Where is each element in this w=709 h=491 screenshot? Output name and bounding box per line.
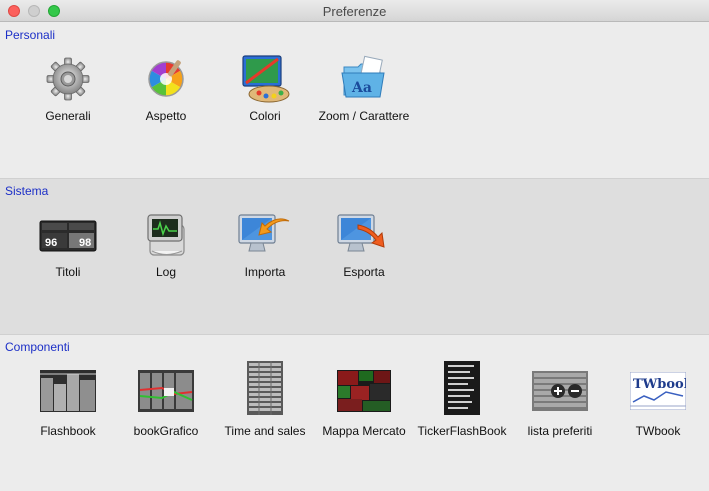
pref-zoom-carattere[interactable]: Aa Zoom / Carattere (314, 53, 414, 133)
pref-esporta[interactable]: Esporta (314, 209, 414, 289)
section-componenti: Componenti Flashbook bookGrafico Time an… (0, 335, 709, 491)
book-chart-icon (138, 370, 194, 412)
pref-titoli[interactable]: 96 98 Titoli (18, 209, 118, 289)
gear-icon (46, 57, 90, 101)
twbook-logo-text: TWbook (633, 377, 686, 392)
pref-bookgrafico[interactable]: bookGrafico (116, 365, 216, 445)
title-bar: Preferenze (0, 0, 709, 22)
pref-generali[interactable]: Generali (18, 53, 118, 133)
pref-twbook[interactable]: TWbook TWbook (608, 365, 708, 445)
market-map-icon (337, 370, 391, 412)
pref-lista-preferiti[interactable]: lista preferiti (510, 365, 610, 445)
svg-text:Aa: Aa (351, 80, 372, 96)
pref-twbook-label: TWbook (635, 424, 681, 438)
pref-zoom-carattere-label: Zoom / Carattere (318, 109, 410, 123)
ticker-flashbook-icon (444, 361, 480, 415)
log-monitor-icon (147, 214, 185, 256)
preferences-window: Preferenze Personali Generali Aspetto Co… (0, 0, 709, 491)
twbook-icon: TWbook (630, 372, 686, 410)
flashbook-icon (40, 370, 96, 412)
section-sistema: Sistema 96 98 Titoli Log Importa Esporta (0, 179, 709, 335)
pref-log[interactable]: Log (116, 209, 216, 289)
window-title: Preferenze (322, 4, 387, 19)
section-title-personali: Personali (5, 28, 56, 42)
pref-importa[interactable]: Importa (215, 209, 315, 289)
pref-esporta-label: Esporta (343, 265, 385, 279)
pref-aspetto[interactable]: Aspetto (116, 53, 216, 133)
paint-palette-icon (242, 55, 290, 103)
ticker-quote-right: 98 (79, 237, 91, 249)
pref-flashbook[interactable]: Flashbook (18, 365, 118, 445)
ticker-quote-left: 96 (45, 237, 57, 249)
section-title-componenti: Componenti (5, 340, 70, 354)
color-wheel-icon (148, 60, 184, 97)
pref-colori[interactable]: Colori (215, 53, 315, 133)
section-personali: Personali Generali Aspetto Colori Aa Zoo… (0, 23, 709, 179)
font-folder-icon: Aa (341, 55, 385, 98)
ticker-quotes-icon: 96 98 (39, 220, 97, 252)
section-title-sistema: Sistema (5, 184, 49, 198)
pref-mappa-mercato[interactable]: Mappa Mercato (314, 365, 414, 445)
import-arrow-icon (238, 214, 290, 252)
pref-tickerflashbook[interactable]: TickerFlashBook (412, 361, 512, 445)
time-and-sales-icon (247, 361, 283, 415)
pref-time-and-sales[interactable]: Time and sales (215, 361, 315, 445)
favorites-list-icon (532, 371, 588, 411)
export-arrow-icon (337, 214, 385, 252)
